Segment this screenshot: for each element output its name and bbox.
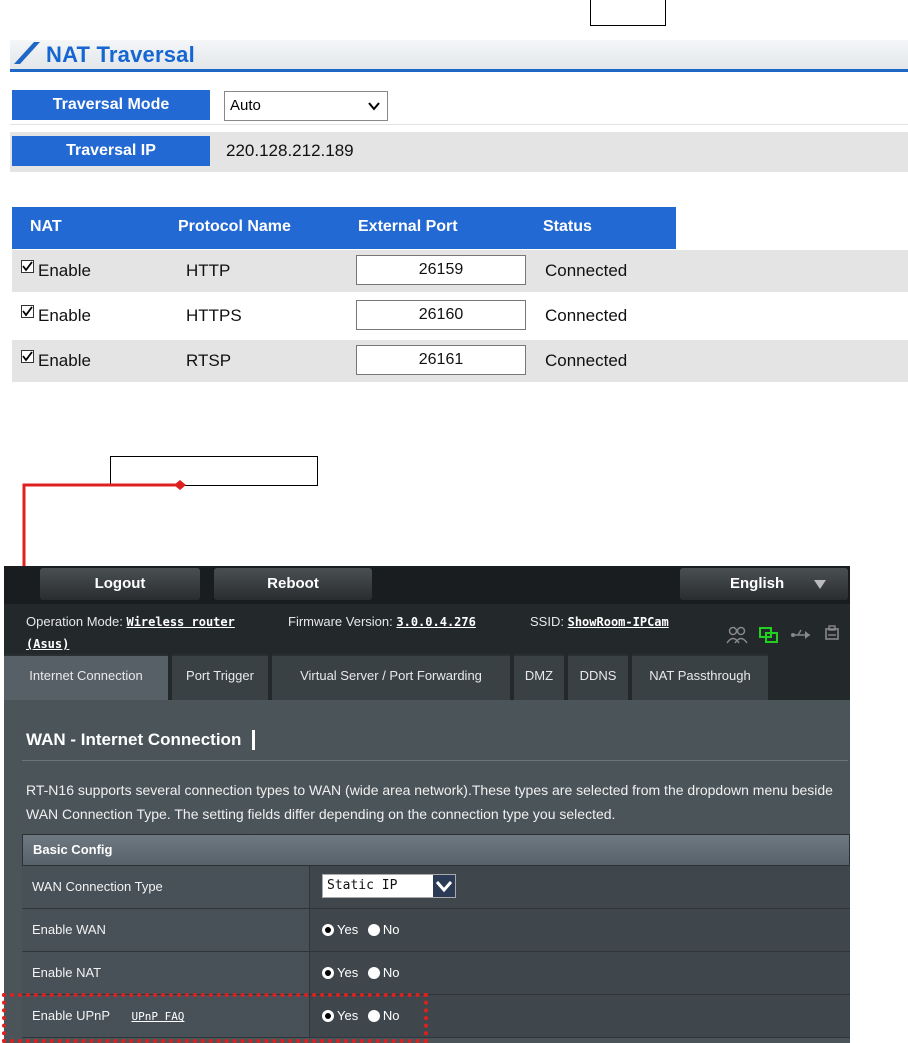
traversal-ip-value: 220.128.212.189 bbox=[226, 141, 354, 160]
enable-wan-row: Enable WAN Yes No bbox=[22, 909, 850, 952]
col-nat: NAT bbox=[30, 218, 62, 235]
col-external-port: External Port bbox=[358, 218, 458, 235]
content-area: WAN - Internet Connection RT-N16 support… bbox=[4, 700, 850, 1043]
wan-type-value: Static IP bbox=[327, 878, 398, 893]
table-row: Enable HTTPS 26160 Connected bbox=[12, 295, 908, 337]
radio-no[interactable] bbox=[367, 924, 380, 936]
logout-button[interactable]: Logout bbox=[40, 568, 200, 600]
tab-bar: Internet Connection Port Trigger Virtual… bbox=[4, 654, 850, 700]
status-text: Connected bbox=[545, 261, 628, 280]
enable-nat-label: Enable NAT bbox=[22, 952, 310, 994]
enable-wan-radios: Yes No bbox=[322, 909, 399, 951]
protocol-name: RTSP bbox=[186, 351, 232, 370]
usb-icon[interactable] bbox=[790, 628, 812, 642]
enable-label: Enable bbox=[38, 306, 91, 325]
language-select[interactable]: English bbox=[680, 568, 848, 600]
chevron-down-icon bbox=[368, 102, 380, 111]
chevron-down-icon bbox=[814, 580, 826, 589]
text-caret bbox=[252, 730, 255, 750]
wan-type-label: WAN Connection Type bbox=[22, 866, 310, 908]
tab-nat-passthrough[interactable]: NAT Passthrough bbox=[632, 654, 768, 700]
no-label: No bbox=[382, 922, 400, 937]
col-protocol: Protocol Name bbox=[178, 218, 291, 235]
radio-yes[interactable] bbox=[322, 967, 334, 979]
status-text: Connected bbox=[545, 351, 628, 370]
traversal-ip-label: Traversal IP bbox=[12, 136, 210, 166]
radio-yes[interactable] bbox=[322, 924, 334, 936]
protocol-name: HTTPS bbox=[186, 306, 242, 325]
traversal-mode-label: Traversal Mode bbox=[12, 90, 210, 120]
reboot-button[interactable]: Reboot bbox=[214, 568, 372, 600]
page-title: NAT Traversal bbox=[46, 42, 195, 67]
header-slash-icon bbox=[14, 42, 40, 64]
table-row: Enable HTTP 26159 Connected bbox=[12, 250, 908, 292]
wan-type-row: WAN Connection Type Static IP bbox=[22, 866, 850, 909]
chevron-down-icon bbox=[433, 875, 455, 897]
checkbox-checked-icon[interactable] bbox=[21, 305, 34, 318]
col-status: Status bbox=[543, 218, 592, 235]
asus-link[interactable]: (Asus) bbox=[26, 637, 69, 651]
router-top-bar: Logout Reboot English bbox=[4, 566, 850, 604]
highlight-box bbox=[2, 993, 428, 1043]
enable-wan-label: Enable WAN bbox=[22, 909, 310, 951]
yes-label: Yes bbox=[337, 922, 359, 937]
firmware-label: Firmware Version: bbox=[288, 614, 393, 629]
enable-nat-row: Enable NAT Yes No bbox=[22, 952, 850, 995]
protocol-name: HTTP bbox=[186, 261, 231, 280]
network-connected-icon[interactable] bbox=[758, 626, 780, 644]
ssid-label: SSID: bbox=[530, 614, 564, 629]
tab-dmz[interactable]: DMZ bbox=[514, 654, 564, 700]
traversal-mode-select[interactable]: Auto bbox=[224, 91, 388, 121]
external-port-input[interactable]: 26159 bbox=[356, 255, 526, 285]
router-panel: Logout Reboot English Operation Mode: Wi… bbox=[4, 566, 850, 1043]
tab-virtual-server[interactable]: Virtual Server / Port Forwarding bbox=[272, 654, 510, 700]
status-bar: Operation Mode: Wireless router Firmware… bbox=[4, 604, 850, 654]
enable-label: Enable bbox=[38, 261, 91, 280]
firmware-link[interactable]: 3.0.0.4.276 bbox=[396, 615, 475, 629]
op-mode-link[interactable]: Wireless router bbox=[126, 615, 234, 629]
no-label: No bbox=[382, 965, 400, 980]
ssid-link[interactable]: ShowRoom-IPCam bbox=[568, 615, 669, 629]
top-frame-box bbox=[590, 0, 666, 26]
clients-icon[interactable] bbox=[726, 626, 748, 644]
tab-ddns[interactable]: DDNS bbox=[568, 654, 628, 700]
checkbox-checked-icon[interactable] bbox=[21, 350, 34, 363]
external-port-input[interactable]: 26161 bbox=[356, 345, 526, 375]
wan-description: RT-N16 supports several connection types… bbox=[26, 782, 833, 822]
enable-nat-radios: Yes No bbox=[322, 952, 399, 994]
status-text: Connected bbox=[545, 306, 628, 325]
yes-label: Yes bbox=[337, 965, 359, 980]
table-row: Enable RTSP 26161 Connected bbox=[12, 340, 908, 382]
radio-no[interactable] bbox=[367, 967, 380, 979]
tab-port-trigger[interactable]: Port Trigger bbox=[172, 654, 268, 700]
traversal-mode-value: Auto bbox=[230, 97, 261, 114]
language-value: English bbox=[730, 575, 785, 592]
op-mode-label: Operation Mode: bbox=[26, 614, 123, 629]
external-port-input[interactable]: 26160 bbox=[356, 300, 526, 330]
checkbox-checked-icon[interactable] bbox=[21, 260, 34, 273]
tab-internet-connection[interactable]: Internet Connection bbox=[4, 654, 168, 700]
wan-page-title: WAN - Internet Connection bbox=[26, 730, 242, 749]
wan-type-select[interactable]: Static IP bbox=[322, 874, 456, 898]
printer-icon[interactable] bbox=[824, 625, 840, 643]
section-title: Basic Config bbox=[22, 834, 850, 866]
enable-label: Enable bbox=[38, 351, 91, 370]
nat-table-header: NAT Protocol Name External Port Status bbox=[12, 207, 676, 249]
title-divider bbox=[22, 760, 848, 761]
